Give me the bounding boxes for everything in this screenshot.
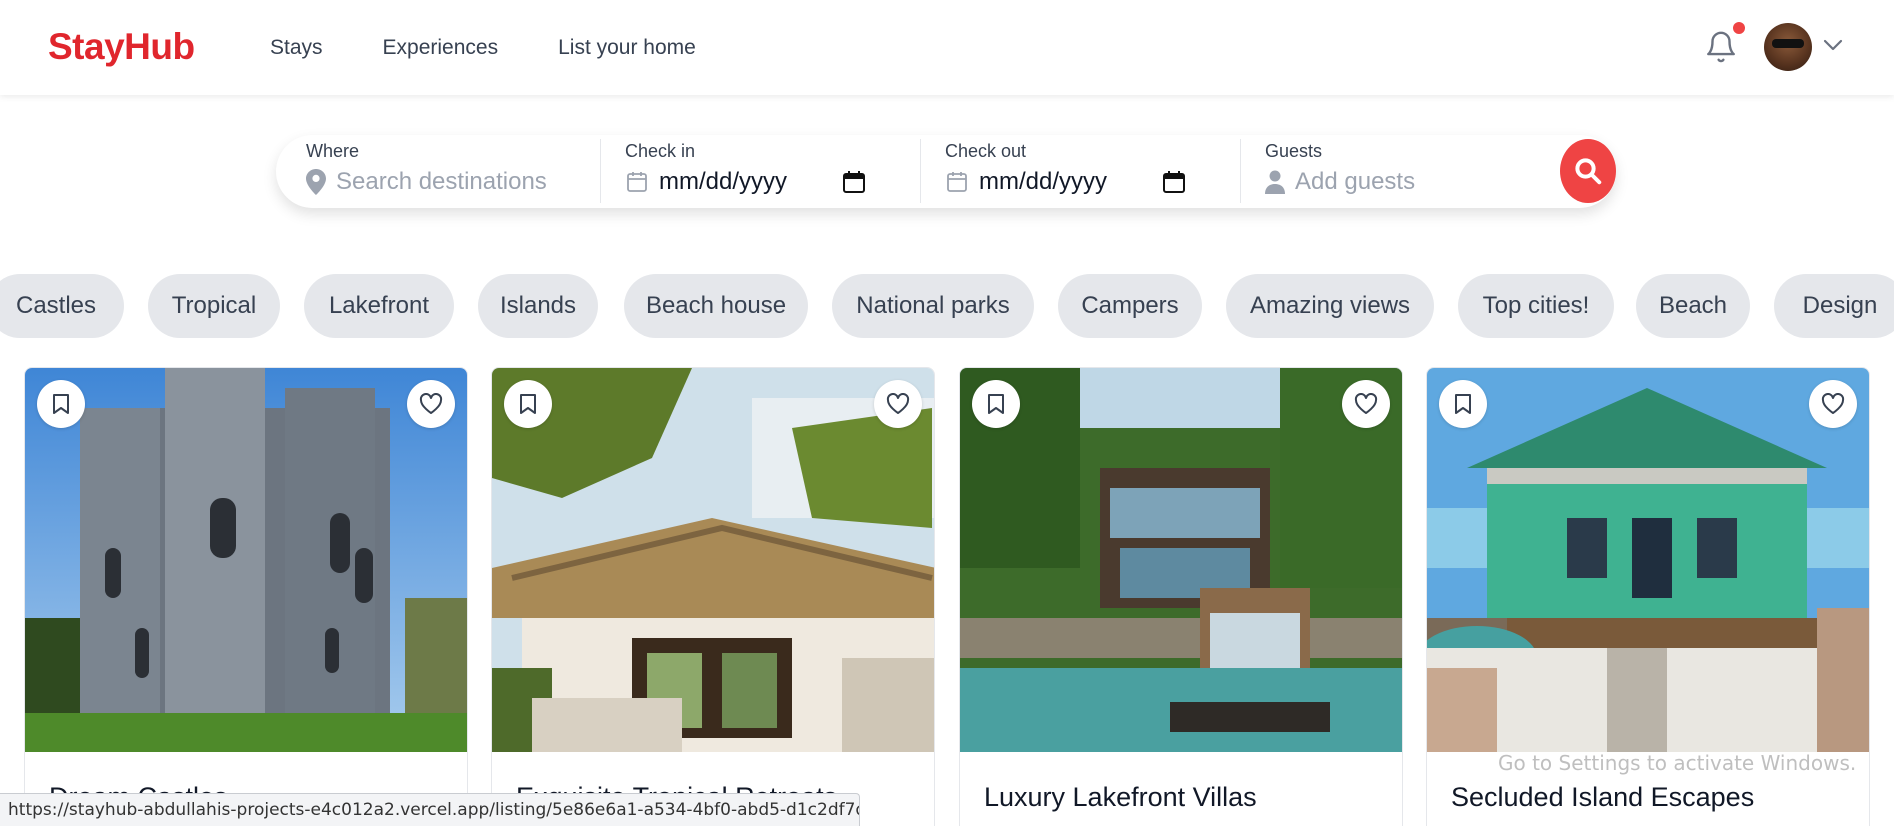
user-avatar[interactable] — [1764, 23, 1812, 71]
checkin-segment[interactable]: Check in mm/dd/yyyy — [625, 135, 915, 208]
listing-title[interactable]: Secluded Island Escapes — [1451, 782, 1754, 813]
category-chip[interactable]: Campers — [1058, 274, 1202, 338]
notification-dot — [1733, 22, 1745, 34]
favorite-button[interactable] — [1342, 380, 1390, 428]
where-input[interactable]: Search destinations — [306, 168, 547, 196]
user-icon — [1265, 170, 1285, 194]
checkin-label: Check in — [625, 141, 696, 161]
checkout-input[interactable]: mm/dd/yyyy — [945, 168, 1107, 196]
guests-segment[interactable]: Guests Add guests — [1265, 135, 1535, 208]
activation-watermark: Go to Settings to activate Windows. — [1498, 751, 1857, 775]
nav-experiences[interactable]: Experiences — [383, 36, 499, 60]
category-chip[interactable]: Islands — [478, 274, 598, 338]
listing-card[interactable]: Exquisite Tropical Retreats — [491, 367, 935, 826]
guests-input[interactable]: Add guests — [1265, 168, 1415, 196]
bookmark-button[interactable] — [504, 380, 552, 428]
checkout-segment[interactable]: Check out mm/dd/yyyy — [945, 135, 1235, 208]
heart-icon — [1354, 393, 1378, 414]
checkin-value: mm/dd/yyyy — [659, 168, 788, 195]
checkin-input[interactable]: mm/dd/yyyy — [625, 168, 787, 196]
favorite-button[interactable] — [407, 380, 455, 428]
bookmark-icon — [988, 394, 1004, 414]
link-status-bar: https://stayhub-abdullahis-projects-e4c0… — [0, 793, 860, 826]
listing-image-castle[interactable] — [25, 368, 467, 752]
main-nav: Stays Experiences List your home — [270, 36, 696, 60]
search-icon — [1575, 158, 1602, 185]
bookmark-button[interactable] — [1439, 380, 1487, 428]
search-button[interactable] — [1560, 139, 1616, 203]
bookmark-button[interactable] — [37, 380, 85, 428]
bookmark-icon — [520, 394, 536, 414]
listing-card[interactable]: Luxury Lakefront Villas — [959, 367, 1403, 826]
calendar-icon — [627, 172, 647, 192]
divider — [600, 139, 601, 203]
location-pin-icon — [306, 169, 326, 195]
checkout-value: mm/dd/yyyy — [979, 168, 1108, 195]
favorite-button[interactable] — [1809, 380, 1857, 428]
bookmark-icon — [1455, 394, 1471, 414]
category-chip[interactable]: Beach — [1636, 274, 1750, 338]
checkout-label: Check out — [945, 141, 1027, 161]
listing-image-lakefront[interactable] — [960, 368, 1402, 752]
heart-icon — [419, 393, 443, 414]
heart-icon — [886, 393, 910, 414]
category-chip[interactable]: Tropical — [148, 274, 280, 338]
listing-image-island[interactable] — [1427, 368, 1869, 752]
heart-icon — [1821, 393, 1845, 414]
listing-image-tropical[interactable] — [492, 368, 934, 752]
search-bar: Where Search destinations Check in mm/dd… — [276, 135, 1616, 208]
category-chip[interactable]: Top cities! — [1458, 274, 1614, 338]
chevron-down-icon[interactable] — [1822, 38, 1844, 52]
category-chip[interactable]: Amazing views — [1226, 274, 1434, 338]
guests-placeholder: Add guests — [1295, 168, 1416, 195]
listing-title[interactable]: Luxury Lakefront Villas — [984, 782, 1257, 813]
category-chip[interactable]: Lakefront — [304, 274, 454, 338]
category-chip[interactable]: Design — [1774, 274, 1894, 338]
where-placeholder: Search destinations — [336, 168, 547, 195]
divider — [1240, 139, 1241, 203]
where-segment[interactable]: Where Search destinations — [306, 135, 596, 208]
bookmark-button[interactable] — [972, 380, 1020, 428]
category-chip[interactable]: Castles — [0, 274, 124, 338]
nav-list-your-home[interactable]: List your home — [558, 36, 696, 60]
guests-label: Guests — [1265, 141, 1323, 161]
nav-stays[interactable]: Stays — [270, 36, 323, 60]
date-picker-icon[interactable] — [1163, 171, 1185, 193]
where-label: Where — [306, 141, 360, 161]
listing-card[interactable]: Dream Castles — [24, 367, 468, 826]
date-picker-icon[interactable] — [843, 171, 865, 193]
top-header: StayHub Stays Experiences List your home — [0, 0, 1894, 95]
divider — [920, 139, 921, 203]
brand-logo[interactable]: StayHub — [48, 26, 195, 68]
category-chip[interactable]: National parks — [832, 274, 1034, 338]
calendar-icon — [947, 172, 967, 192]
category-chip[interactable]: Beach house — [624, 274, 808, 338]
favorite-button[interactable] — [874, 380, 922, 428]
bookmark-icon — [53, 394, 69, 414]
bell-icon[interactable] — [1704, 29, 1738, 65]
